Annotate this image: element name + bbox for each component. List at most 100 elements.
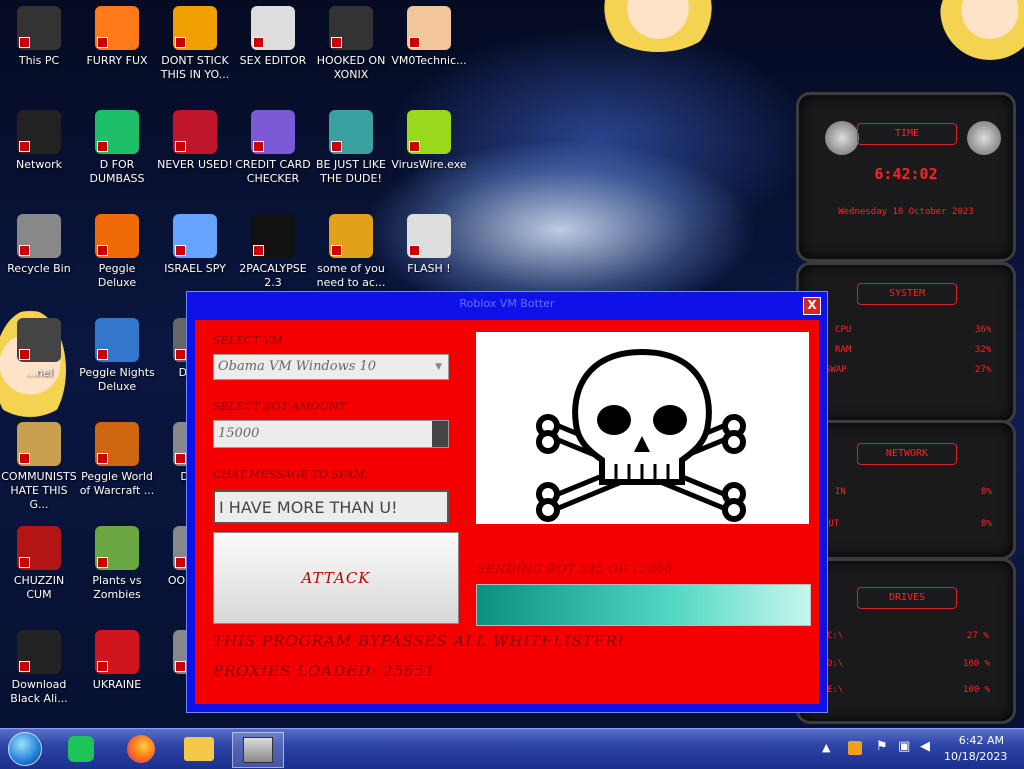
start-button[interactable] — [8, 732, 42, 766]
chat-message-input[interactable]: I HAVE MORE THAN U! — [213, 490, 449, 524]
shortcut-arrow-icon — [175, 453, 186, 464]
desktop-icon[interactable]: Download Black Ali... — [0, 630, 78, 706]
app-icon — [329, 110, 373, 154]
system-title: SYSTEM — [857, 283, 957, 305]
progress-fill — [477, 585, 810, 625]
shortcut-arrow-icon — [97, 349, 108, 360]
app-icon — [407, 6, 451, 50]
window-content: SELECT VM Obama VM Windows 10 ▼ SELECT B… — [195, 320, 819, 704]
cpu-value: 36% — [975, 325, 992, 335]
volume-icon[interactable]: ◀ — [920, 739, 930, 754]
shortcut-arrow-icon — [175, 245, 186, 256]
close-button[interactable]: X — [803, 297, 821, 315]
desktop-icon[interactable]: FURRY FUX — [78, 6, 156, 68]
app-icon — [17, 318, 61, 362]
desktop-icon[interactable]: UKRAINE — [78, 630, 156, 692]
desktop-icon[interactable]: Recycle Bin — [0, 214, 78, 276]
green-app-icon — [68, 736, 94, 762]
desktop-icon-label: ISRAEL SPY — [164, 262, 226, 275]
shortcut-arrow-icon — [97, 37, 108, 48]
desktop-icon-label: NEVER USED! — [157, 158, 233, 171]
chat-message-value: I HAVE MORE THAN U! — [219, 498, 398, 517]
app-icon — [95, 630, 139, 674]
shortcut-arrow-icon — [97, 245, 108, 256]
desktop-icon-label: Download Black Ali... — [10, 678, 68, 705]
bot-amount-stepper[interactable]: 15000 — [213, 420, 449, 448]
desktop-icon-label: FURRY FUX — [86, 54, 148, 67]
desktop-icon[interactable]: COMMUNISTS HATE THIS G... — [0, 422, 78, 512]
select-vm-label: SELECT VM — [213, 334, 283, 347]
desktop-icon[interactable]: FLASH ! — [390, 214, 468, 276]
desktop-icon-label: some of you need to ac... — [316, 262, 386, 289]
desktop-icon[interactable]: DONT STICK THIS IN YO... — [156, 6, 234, 82]
desktop-icon[interactable]: This PC — [0, 6, 78, 68]
drives-title: DRIVES — [857, 587, 957, 609]
vm-select-value: Obama VM Windows 10 — [218, 359, 377, 374]
shortcut-arrow-icon — [19, 349, 30, 360]
taskbar-green-app[interactable] — [64, 732, 98, 766]
stepper-buttons[interactable] — [432, 421, 448, 447]
skull-crossbones-icon — [536, 348, 746, 522]
app-icon — [17, 214, 61, 258]
shortcut-arrow-icon — [253, 245, 264, 256]
desktop-icon[interactable]: NEVER USED! — [156, 110, 234, 172]
flag-icon[interactable]: ⚑ — [876, 739, 888, 754]
desktop-icon[interactable]: VirusWire.exe — [390, 110, 468, 172]
clock-date: 10/18/2023 — [944, 750, 1008, 763]
desktop-icon[interactable]: Peggle Deluxe — [78, 214, 156, 290]
drive-e-label: E:\ — [827, 685, 844, 695]
desktop-icon[interactable]: Plants vs Zombies — [78, 526, 156, 602]
desktop-icon[interactable]: Peggle World of Warcraft ... — [78, 422, 156, 498]
tray-expand-icon[interactable]: ▲ — [822, 741, 830, 754]
desktop-icon[interactable]: CREDIT CARD CHECKER — [234, 110, 312, 186]
widget-time: 6:42:02 — [874, 165, 938, 183]
desktop-icon[interactable]: Peggle Nights Deluxe — [78, 318, 156, 394]
desktop-icon-label: DONT STICK THIS IN YO... — [160, 54, 230, 81]
app-icon — [17, 526, 61, 570]
desktop-icon[interactable]: Network — [0, 110, 78, 172]
taskbar-file-explorer[interactable] — [182, 732, 216, 766]
app-icon — [95, 422, 139, 466]
desktop-icon[interactable]: ISRAEL SPY — [156, 214, 234, 276]
app-icon — [17, 422, 61, 466]
drives-widget: DRIVES C:\ 27 % D:\ 100 % E:\ 100 % — [796, 558, 1016, 724]
clock[interactable]: 6:42 AM 10/18/2023 — [944, 734, 1007, 763]
tray-app-icon[interactable] — [848, 741, 862, 755]
progress-bar — [476, 584, 811, 626]
folder-icon — [184, 737, 214, 761]
taskbar-firefox[interactable] — [124, 732, 158, 766]
app-icon — [329, 214, 373, 258]
desktop-icon[interactable]: VM0Technic... — [390, 6, 468, 68]
app-icon — [407, 110, 451, 154]
window-titlebar[interactable]: Roblox VM Botter X — [187, 292, 827, 318]
botter-window: Roblox VM Botter X SELECT VM Obama VM Wi… — [186, 291, 828, 713]
shortcut-arrow-icon — [19, 37, 30, 48]
shortcut-arrow-icon — [175, 141, 186, 152]
desktop-icon[interactable]: HOOKED ON XONIX — [312, 6, 390, 82]
swap-label: SWAP — [825, 365, 847, 375]
app-icon — [17, 6, 61, 50]
desktop-icon[interactable]: some of you need to ac... — [312, 214, 390, 290]
vm-select[interactable]: Obama VM Windows 10 ▼ — [213, 354, 449, 380]
attack-button[interactable]: ATTACK — [213, 532, 459, 624]
app-icon — [173, 6, 217, 50]
system-widget: SYSTEM CPU 36% RAM 32% SWAP 27% — [796, 262, 1016, 424]
taskbar-botter-app[interactable] — [232, 732, 284, 768]
desktop-icon[interactable]: 2PACALYPSE 2.3 — [234, 214, 312, 290]
network-icon[interactable]: ▣ — [898, 739, 910, 754]
alien-right-icon — [967, 121, 1001, 155]
desktop-icon[interactable]: ...nel — [0, 318, 78, 380]
app-icon — [95, 526, 139, 570]
select-bot-amount-label: SELECT BOT AMOUNT — [213, 400, 346, 413]
bot-amount-value: 15000 — [218, 426, 260, 441]
alien-left-icon — [825, 121, 859, 155]
shortcut-arrow-icon — [409, 245, 420, 256]
desktop-icon[interactable]: CHUZZIN CUM — [0, 526, 78, 602]
desktop-icon[interactable]: D FOR DUMBASS — [78, 110, 156, 186]
cartoon-character-top-center — [596, 0, 720, 52]
desktop-icon[interactable]: SEX EDITOR — [234, 6, 312, 68]
widget-date: Wednesday 18 October 2023 — [838, 207, 974, 217]
desktop-icon[interactable]: BE JUST LIKE THE DUDE! — [312, 110, 390, 186]
shortcut-arrow-icon — [19, 245, 30, 256]
app-icon — [407, 214, 451, 258]
